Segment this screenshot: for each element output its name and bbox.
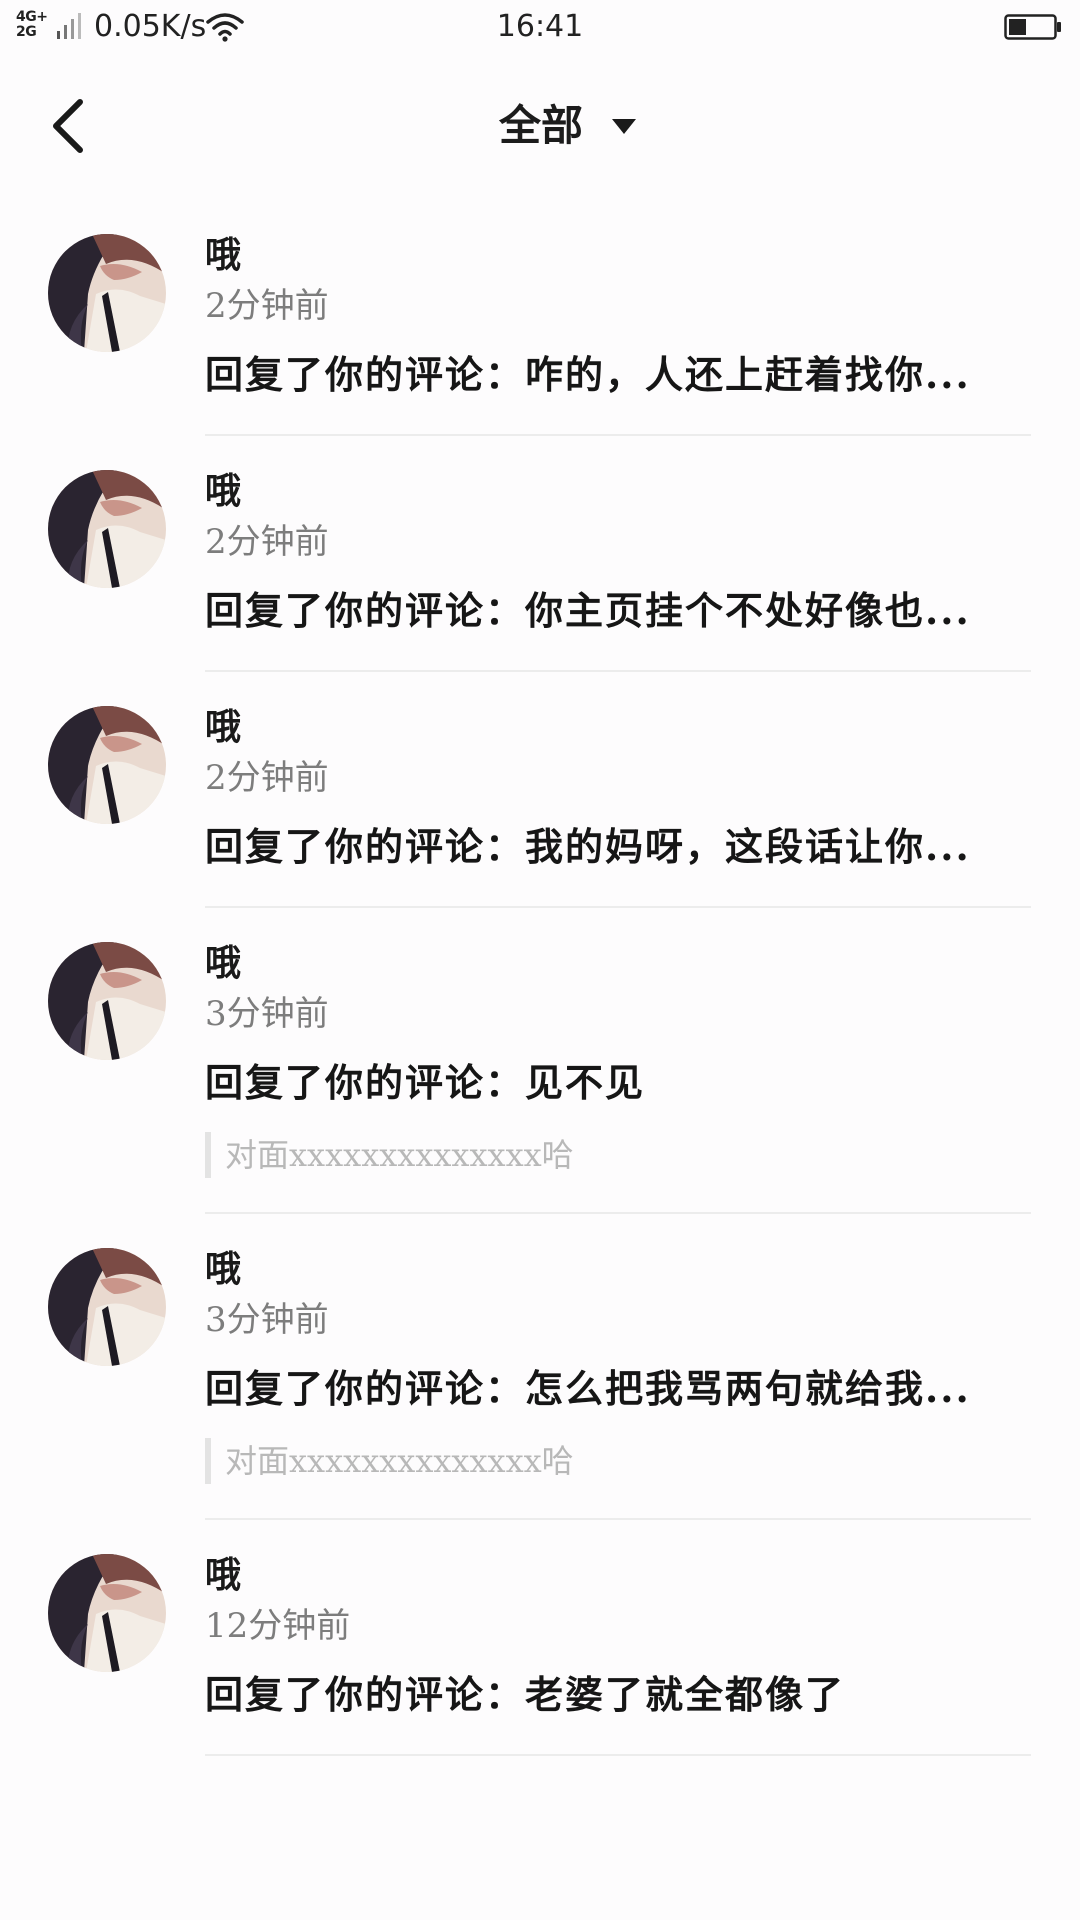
timestamp: 3分钟前 bbox=[205, 1300, 329, 1340]
list-item[interactable]: 哦 2分钟前回复了你的评论：我的妈呀，这段话让你... bbox=[0, 672, 1080, 908]
battery-icon bbox=[1004, 14, 1061, 40]
item-content: 哦 2分钟前回复了你的评论：我的妈呀，这段话让你... bbox=[205, 672, 1031, 908]
caret-down-icon bbox=[612, 119, 636, 134]
notification-list: 哦 2分钟前 回复了你的评论：咋的，人还上赶着找你... 哦 2分钟前 回复了你的评论：你… bbox=[0, 200, 1080, 1756]
avatar[interactable] bbox=[48, 470, 166, 588]
avatar[interactable] bbox=[48, 706, 166, 824]
user-name[interactable]: 哦 bbox=[205, 468, 1031, 514]
item-content: 哦 12分钟前回复了你的评论：老婆了就全都像了 bbox=[205, 1520, 1031, 1756]
avatar[interactable] bbox=[48, 1248, 166, 1366]
avatar-image bbox=[48, 706, 166, 824]
top-nav-bar: 全部 bbox=[0, 54, 1080, 200]
reply-text: 回复了你的评论：咋的，人还上赶着找你... bbox=[205, 352, 971, 397]
timestamp: 2分钟前 bbox=[205, 758, 329, 798]
page-title: 全部 bbox=[498, 101, 583, 150]
original-comment-quote[interactable]: 对面xxxxxxxxxxxxxx哈 bbox=[205, 1438, 1031, 1484]
reply-text: 回复了你的评论：你主页挂个不处好像也... bbox=[205, 588, 971, 633]
user-name[interactable]: 哦 bbox=[205, 940, 1031, 986]
avatar[interactable] bbox=[48, 1554, 166, 1672]
list-item[interactable]: 哦 3分钟前回复了你的评论：怎么把我骂两句就给我... 对面xxxxxxxxxxxx… bbox=[0, 1214, 1080, 1520]
avatar-image bbox=[48, 1248, 166, 1366]
filter-dropdown[interactable]: 全部 bbox=[443, 98, 637, 154]
timestamp: 12分钟前 bbox=[205, 1606, 351, 1646]
timestamp: 3分钟前 bbox=[205, 994, 329, 1034]
list-item[interactable]: 哦 3分钟前回复了你的评论：见不见对面xxxxxxxxxxxxxx哈 bbox=[0, 908, 1080, 1214]
reply-text: 回复了你的评论：我的妈呀，这段话让你... bbox=[205, 824, 971, 869]
list-item[interactable]: 哦 2分钟前回复了你的评论：咋的，人还上赶着找你... bbox=[0, 200, 1080, 436]
user-name[interactable]: 哦 bbox=[205, 232, 1031, 278]
item-content: 哦 2分钟前回复了你的评论：你主页挂个不处好像也... bbox=[205, 436, 1031, 672]
timestamp: 2分钟前 bbox=[205, 522, 329, 562]
item-content: 哦 2分钟前回复了你的评论：咋的，人还上赶着找你... bbox=[205, 200, 1031, 436]
timestamp: 2分钟前 bbox=[205, 286, 329, 326]
divider bbox=[205, 1754, 1031, 1756]
screen: 4G+ 2G 0.05K/s 16:41 全部 哦 2分钟前 回复了你的评论：咋… bbox=[0, 0, 1080, 1920]
user-name[interactable]: 哦 bbox=[205, 704, 1031, 750]
avatar[interactable] bbox=[48, 234, 166, 352]
user-name[interactable]: 哦 bbox=[205, 1246, 1031, 1292]
clock: 16:41 bbox=[496, 9, 584, 44]
nav-title-area: 全部 bbox=[0, 98, 1080, 154]
avatar-image bbox=[48, 1554, 166, 1672]
list-item[interactable]: 哦 2分钟前回复了你的评论：你主页挂个不处好像也... bbox=[0, 436, 1080, 672]
item-content: 哦 3分钟前回复了你的评论：见不见对面xxxxxxxxxxxxxx哈 bbox=[205, 908, 1031, 1214]
list-item[interactable]: 哦 12分钟前回复了你的评论：老婆了就全都像了 bbox=[0, 1520, 1080, 1756]
reply-text: 回复了你的评论：怎么把我骂两句就给我... bbox=[205, 1366, 971, 1411]
item-content: 哦 3分钟前回复了你的评论：怎么把我骂两句就给我... 对面xxxxxxxxxxxx… bbox=[205, 1214, 1031, 1520]
avatar-image bbox=[48, 942, 166, 1060]
original-comment-quote[interactable]: 对面xxxxxxxxxxxxxx哈 bbox=[205, 1132, 1031, 1178]
avatar-image bbox=[48, 470, 166, 588]
reply-text: 回复了你的评论：见不见 bbox=[205, 1060, 646, 1105]
avatar[interactable] bbox=[48, 942, 166, 1060]
status-bar: 4G+ 2G 0.05K/s 16:41 bbox=[0, 0, 1080, 54]
user-name[interactable]: 哦 bbox=[205, 1552, 1031, 1598]
avatar-image bbox=[48, 234, 166, 352]
reply-text: 回复了你的评论：老婆了就全都像了 bbox=[205, 1672, 846, 1717]
